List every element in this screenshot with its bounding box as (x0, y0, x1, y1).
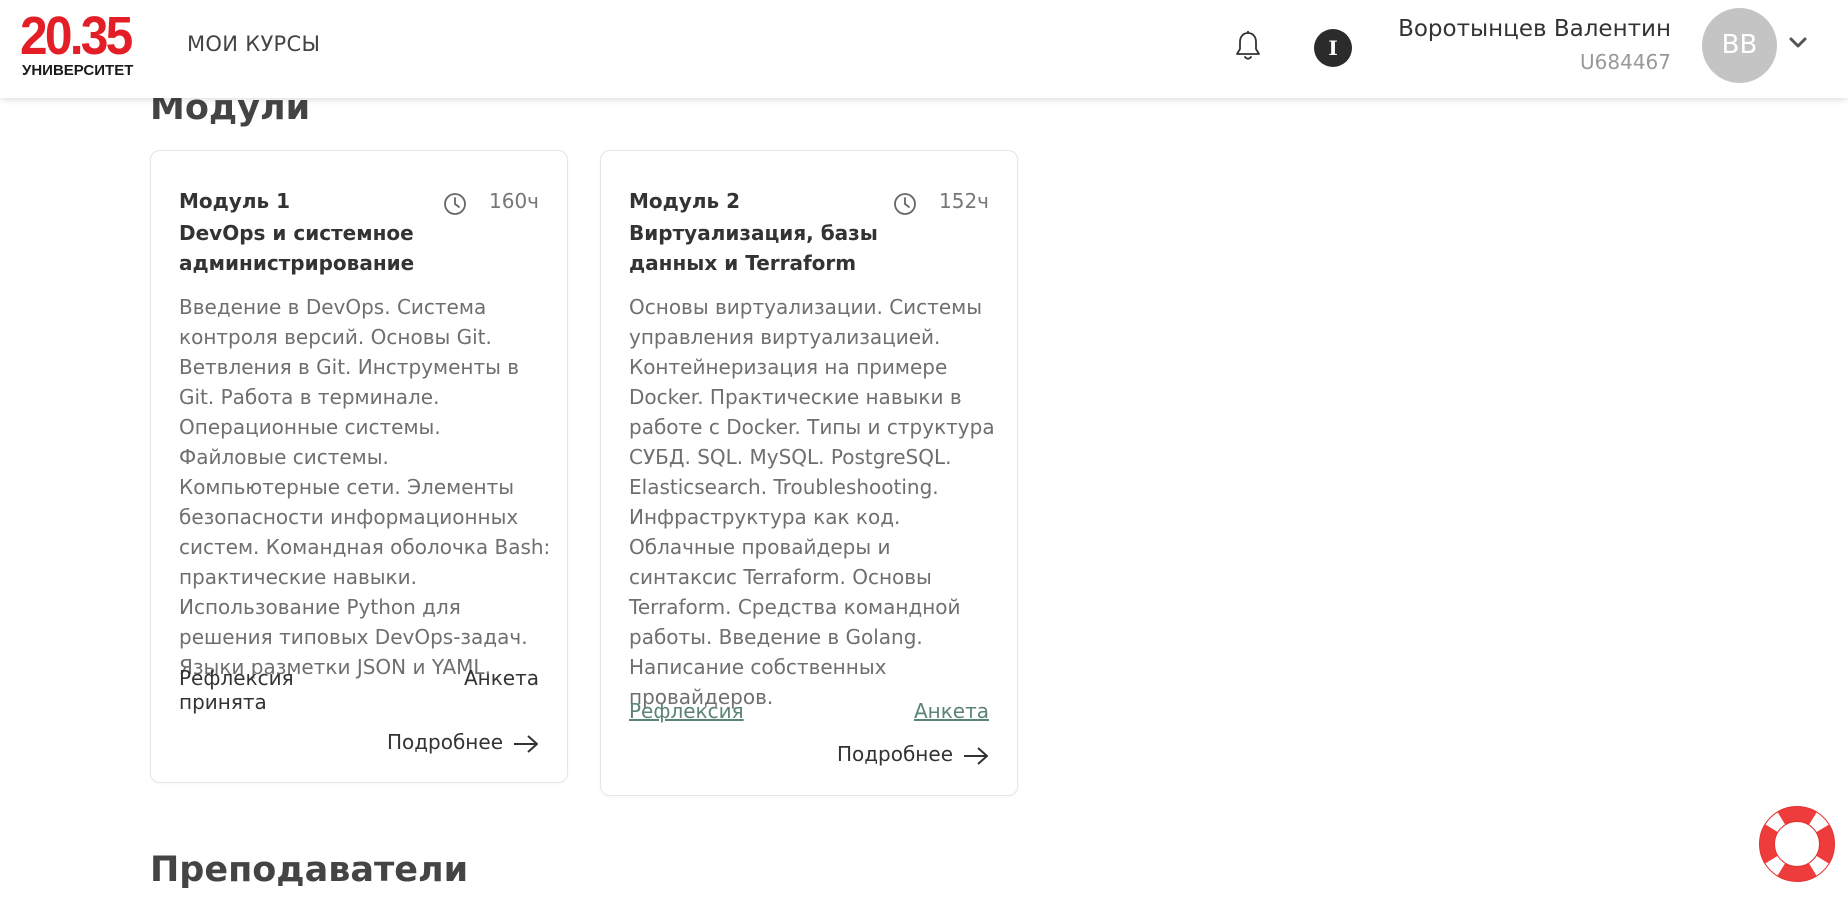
clock-icon (894, 193, 916, 215)
module-label: Модуль 1 (179, 189, 291, 213)
module-hours: 160ч (489, 189, 539, 213)
arrow-right-icon (514, 734, 538, 753)
module-card-1[interactable]: Модуль 1 DevOps и системное администриро… (150, 150, 568, 783)
arrow-right-icon (964, 746, 988, 765)
logo-number: 20.35 (20, 6, 133, 66)
university-logo[interactable]: 20.35 УНИВЕРСИТЕТ (20, 6, 140, 80)
teachers-heading: Преподаватели (150, 850, 469, 890)
top-header: 20.35 УНИВЕРСИТЕТ МОИ КУРСЫ I Воротынцев… (0, 0, 1848, 98)
module-title: DevOps и системное администрирование (179, 221, 415, 275)
module-label: Модуль 2 (629, 189, 741, 213)
module-description: Основы виртуализации. Системы управления… (629, 295, 995, 709)
chevron-down-icon[interactable] (1788, 36, 1808, 50)
lifebuoy-icon[interactable] (1758, 805, 1836, 883)
bell-icon[interactable] (1234, 30, 1262, 62)
nav-my-courses[interactable]: МОИ КУРСЫ (187, 32, 320, 56)
survey-label: Анкета (463, 666, 539, 690)
survey-link[interactable]: Анкета (914, 699, 989, 723)
module-card-2[interactable]: Модуль 2 Виртуализация, базы данных и Te… (600, 150, 1018, 796)
module-description: Введение в DevOps. Система контроля верс… (179, 295, 551, 679)
module-hours: 152ч (939, 189, 989, 213)
user-name: Воротынцев Валентин (1398, 16, 1671, 42)
more-label: Подробнее (386, 730, 503, 754)
info-icon[interactable]: I (1314, 29, 1352, 67)
clock-icon (444, 193, 466, 215)
module-title: Виртуализация, базы данных и Terraform (629, 221, 878, 275)
avatar[interactable]: ВВ (1702, 8, 1777, 83)
reflection-link[interactable]: Рефлексия (629, 699, 744, 723)
more-link[interactable]: Подробнее (837, 742, 989, 766)
more-label: Подробнее (836, 742, 953, 766)
more-link[interactable]: Подробнее (387, 730, 539, 754)
reflection-status: Рефлексия принята (179, 666, 294, 714)
user-id: U684467 (1580, 50, 1671, 74)
